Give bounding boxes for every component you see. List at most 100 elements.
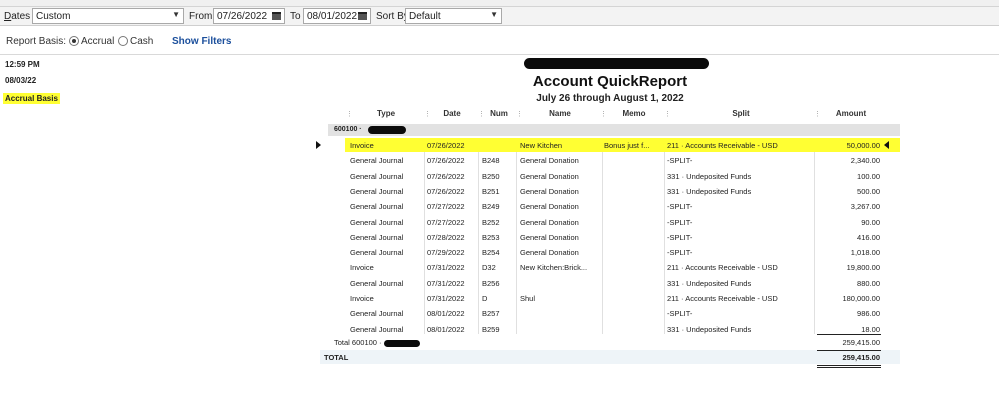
report-subtitle: July 26 through August 1, 2022: [536, 93, 684, 104]
cell-split: -SPLIT-: [667, 202, 693, 212]
redaction-mark: [384, 340, 420, 347]
table-row[interactable]: General Journal 07/28/2022 B253 General Don…: [345, 230, 900, 244]
cell-amount: 100.00: [857, 171, 880, 181]
to-date-field[interactable]: 08/01/2022: [303, 8, 371, 24]
cell-type: General Journal: [350, 217, 404, 227]
cell-date: 07/26/2022: [427, 156, 465, 166]
table-row[interactable]: Invoice 07/31/2022 D Shul 211 · Accounts Rec…: [345, 291, 900, 305]
chevron-down-icon: ▼: [172, 10, 180, 19]
grand-total-label: TOTAL: [324, 353, 349, 362]
cell-amount: 986.00: [857, 309, 880, 319]
cell-num: B251: [482, 186, 500, 196]
table-row[interactable]: General Journal 07/29/2022 B254 General Don…: [345, 245, 900, 259]
cell-split: -SPLIT-: [667, 248, 693, 258]
table-row[interactable]: Invoice 07/26/2022 New Kitchen Bonus just f…: [345, 138, 900, 152]
cell-type: General Journal: [350, 202, 404, 212]
row-pointer-right-icon: [884, 141, 889, 149]
cell-type: General Journal: [350, 324, 404, 334]
cell-name: General Donation: [520, 217, 579, 227]
grand-total-rule: [817, 350, 881, 351]
cell-split: -SPLIT-: [667, 309, 693, 319]
accrual-radio[interactable]: [69, 36, 79, 46]
cash-label[interactable]: Cash: [130, 36, 153, 47]
column-header-name[interactable]: Name: [520, 109, 600, 121]
double-underline-top: [817, 365, 881, 366]
cell-date: 07/26/2022: [427, 141, 465, 150]
from-label: From: [189, 11, 213, 22]
double-underline-bottom: [817, 367, 881, 368]
table-row[interactable]: Invoice 07/31/2022 D32 New Kitchen:Brick...…: [345, 260, 900, 274]
cell-num: B250: [482, 171, 500, 181]
cell-amount: 880.00: [857, 278, 880, 288]
cell-amount: 500.00: [857, 186, 880, 196]
cell-name: New Kitchen:Brick...: [520, 263, 588, 273]
report-basis-label: Report Basis:: [6, 36, 67, 47]
cell-date: 07/26/2022: [427, 186, 465, 196]
dates-dropdown[interactable]: Custom ▼: [32, 8, 184, 24]
cell-date: 07/27/2022: [427, 217, 465, 227]
cell-num: B252: [482, 217, 500, 227]
table-row[interactable]: General Journal 07/27/2022 B249 General Don…: [345, 199, 900, 213]
column-header-date[interactable]: Date: [428, 109, 476, 121]
cell-type: General Journal: [350, 186, 404, 196]
cell-num: B259: [482, 324, 500, 334]
table-row[interactable]: General Journal 07/26/2022 B251 General Don…: [345, 184, 900, 198]
cell-type: General Journal: [350, 309, 404, 319]
account-group-bar: [328, 124, 900, 136]
cell-date: 07/31/2022: [427, 263, 465, 273]
grand-total-amount: 259,415.00: [842, 353, 880, 362]
report-date: 08/03/22: [5, 76, 37, 85]
calendar-icon[interactable]: [272, 12, 281, 20]
sort-by-dropdown[interactable]: Default ▼: [405, 8, 502, 24]
column-header-split[interactable]: Split: [668, 109, 814, 121]
report-time: 12:59 PM: [5, 60, 40, 69]
from-date-value: 07/26/2022: [217, 11, 268, 22]
to-label: To: [290, 11, 301, 22]
cell-name: New Kitchen: [520, 141, 563, 150]
column-header-memo[interactable]: Memo: [604, 109, 664, 121]
from-date-field[interactable]: 07/26/2022: [213, 8, 285, 24]
cell-type: General Journal: [350, 248, 404, 258]
cell-name: General Donation: [520, 171, 579, 181]
sort-by-label: Sort By: [376, 11, 409, 22]
redaction-mark: [368, 126, 406, 134]
cell-amount: 19,800.00: [846, 263, 880, 273]
cell-num: B257: [482, 309, 500, 319]
table-row[interactable]: General Journal 08/01/2022 B257 -SPLIT- 986.…: [345, 306, 900, 320]
cell-amount: 416.00: [857, 232, 880, 242]
report-title: Account QuickReport: [532, 73, 688, 90]
to-date-value: 08/01/2022: [307, 11, 358, 22]
cell-num: B253: [482, 232, 500, 242]
table-row[interactable]: General Journal 07/31/2022 B256 331 · Undep…: [345, 276, 900, 290]
cell-num: B249: [482, 202, 500, 212]
cell-name: General Donation: [520, 248, 579, 258]
cell-amount: 3,267.00: [850, 202, 880, 212]
calendar-icon[interactable]: [358, 12, 367, 20]
cell-type: Invoice: [350, 263, 374, 273]
cash-radio[interactable]: [118, 36, 128, 46]
cell-amount: 18.00: [861, 324, 880, 334]
show-filters-link[interactable]: Show Filters: [172, 36, 231, 47]
cell-date: 07/27/2022: [427, 202, 465, 212]
cell-date: 07/31/2022: [427, 294, 465, 303]
accrual-basis-tag: Accrual Basis: [3, 93, 60, 104]
cell-split: 331 · Undeposited Funds: [667, 171, 752, 181]
cell-split: -SPLIT-: [667, 232, 693, 242]
table-row[interactable]: General Journal 07/26/2022 B248 General Don…: [345, 153, 900, 167]
accrual-label[interactable]: Accrual: [81, 36, 114, 47]
cell-type: General Journal: [350, 232, 404, 242]
chevron-down-icon: ▼: [490, 10, 498, 19]
table-row[interactable]: General Journal 07/26/2022 B250 General Don…: [345, 169, 900, 183]
account-total-label: Total 600100 ·: [334, 338, 382, 347]
cell-amount: 50,000.00: [846, 141, 880, 150]
cell-split: 211 · Accounts Receivable - USD: [667, 294, 778, 303]
cell-date: 07/29/2022: [427, 248, 465, 258]
table-row[interactable]: General Journal 07/27/2022 B252 General Don…: [345, 215, 900, 229]
column-header-amount[interactable]: Amount: [818, 109, 884, 121]
redaction-mark: [524, 58, 709, 69]
sort-by-value: Default: [409, 11, 441, 22]
cell-num: B248: [482, 156, 500, 166]
column-header-num[interactable]: Num: [482, 109, 516, 121]
column-header-type[interactable]: Type: [350, 109, 422, 121]
subtotal-rule: [817, 334, 881, 335]
